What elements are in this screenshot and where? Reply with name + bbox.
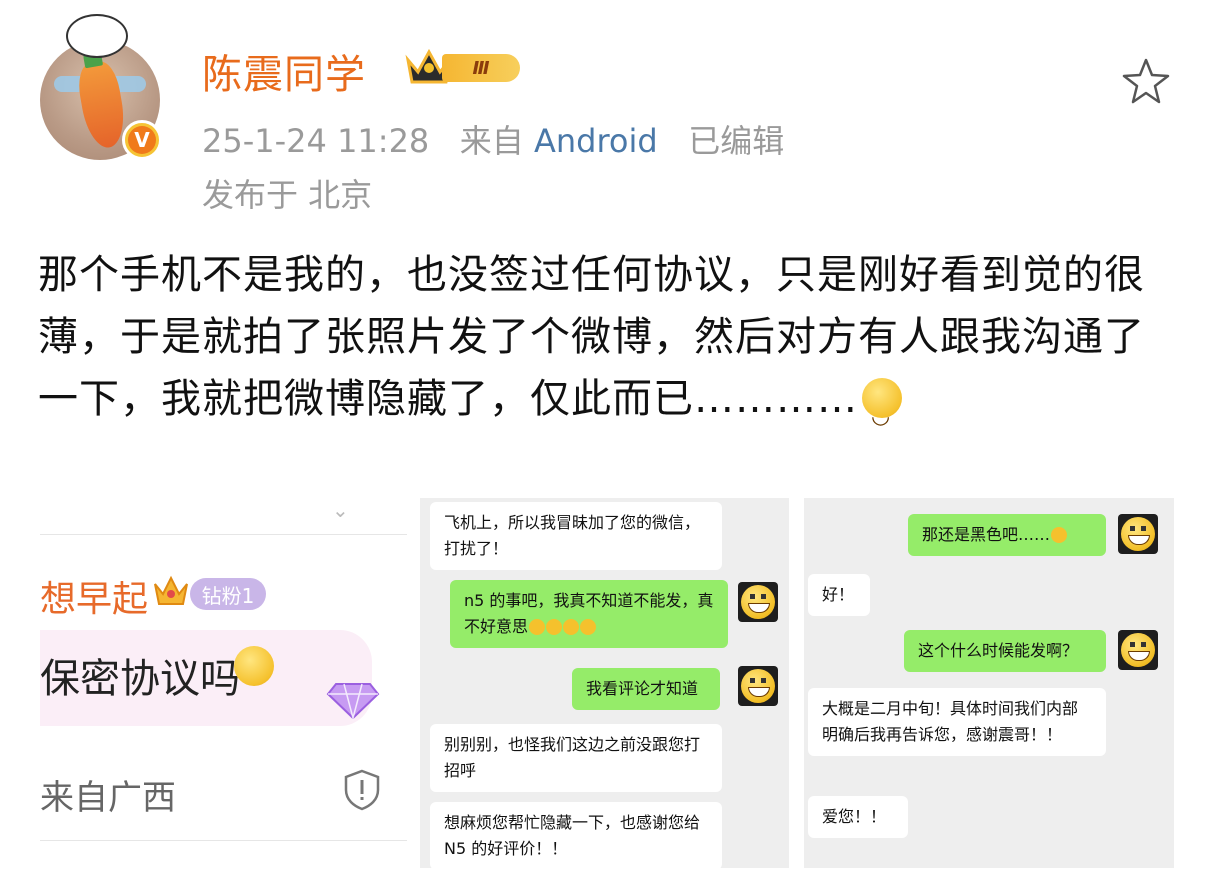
chat-bubble-right: 那还是黑色吧…… — [908, 514, 1106, 556]
grin-avatar-icon — [1121, 633, 1155, 667]
commenter-location: 来自广西 — [40, 778, 176, 818]
username[interactable]: 陈震同学 — [202, 42, 366, 100]
post-text: 那个手机不是我的，也没签过任何协议，只是刚好看到觉的很薄，于是就拍了张照片发了个… — [38, 252, 1145, 422]
chat-bubble-left: 爱您！！ — [808, 796, 908, 838]
chat-bubble-left: 好！ — [808, 574, 870, 616]
user-avatar — [738, 666, 778, 706]
divider — [40, 840, 407, 841]
post-image-3[interactable]: 那还是黑色吧…… 好！ 这个什么时候能发啊？ 大概是二月中旬！具体时间我们内部明… — [804, 498, 1174, 868]
post-date: 25-1-24 11:28 — [202, 122, 430, 160]
chat-bubble-right: n5 的事吧，我真不知道不能发，真不好意思 — [450, 580, 728, 648]
user-avatar — [1118, 514, 1158, 554]
source-link[interactable]: Android — [534, 122, 658, 160]
chat-bubble-right: 我看评论才知道 — [572, 668, 720, 710]
favorite-star-icon[interactable] — [1120, 56, 1172, 108]
post-meta: 25-1-24 11:28 来自 Android 已编辑 — [202, 116, 784, 162]
report-shield-icon[interactable] — [340, 768, 384, 812]
laugh-emoji-icon — [580, 619, 597, 635]
laugh-emoji-icon — [563, 619, 580, 635]
verified-badge-icon: V — [122, 120, 162, 160]
fan-crown-icon — [154, 575, 188, 605]
post-image-2[interactable]: 飞机上，所以我冒昧加了您的微信，打扰了！ n5 的事吧，我真不知道不能发，真不好… — [420, 498, 789, 868]
carrot-image — [74, 59, 130, 151]
post-location: 发布于 北京 — [202, 176, 373, 214]
diamond-gem-icon — [326, 683, 380, 721]
smile-emoji-icon — [862, 378, 902, 448]
divider — [40, 534, 407, 535]
chat-bubble-left: 飞机上，所以我冒昧加了您的微信，打扰了！ — [430, 502, 722, 570]
user-avatar — [1118, 630, 1158, 670]
chat-text: 那还是黑色吧…… — [922, 525, 1051, 544]
laugh-emoji-icon — [546, 619, 563, 635]
grin-avatar-icon — [1121, 517, 1155, 551]
edited-label[interactable]: 已编辑 — [688, 122, 784, 160]
chat-bubble-left: 想麻烦您帮忙隐藏一下，也感谢您给 N5 的好评价！！ — [430, 802, 722, 868]
member-level-badge[interactable]: Ⅲ — [404, 46, 522, 88]
level-label: Ⅲ — [442, 54, 520, 82]
laugh-emoji-icon — [1051, 527, 1068, 543]
grin-avatar-icon — [741, 585, 775, 619]
chat-bubble-left: 别别别，也怪我们这边之前没跟您打招呼 — [430, 724, 722, 792]
post-body: 那个手机不是我的，也没签过任何协议，只是刚好看到觉的很薄，于是就拍了张照片发了个… — [38, 244, 1158, 448]
bunny-pendant-icon — [66, 14, 128, 58]
fan-badge: 钻粉1 — [190, 578, 266, 610]
grin-avatar-icon — [741, 669, 775, 703]
commenter-name: 想早起 — [40, 579, 149, 620]
from-label: 来自 — [459, 122, 524, 160]
chat-bubble-left: 大概是二月中旬！具体时间我们内部明确后我再告诉您，感谢震哥！！ — [808, 688, 1106, 756]
user-avatar — [738, 582, 778, 622]
laugh-emoji-icon — [234, 646, 274, 686]
post-image-1[interactable]: ⌄ 想早起 钻粉1 保密协议吗 来自广西 — [40, 498, 407, 868]
chevron-down-icon: ⌄ — [332, 498, 349, 522]
comment-text: 保密协议吗 — [40, 656, 240, 702]
chat-bubble-right: 这个什么时候能发啊？ — [904, 630, 1106, 672]
laugh-emoji-icon — [529, 619, 546, 635]
